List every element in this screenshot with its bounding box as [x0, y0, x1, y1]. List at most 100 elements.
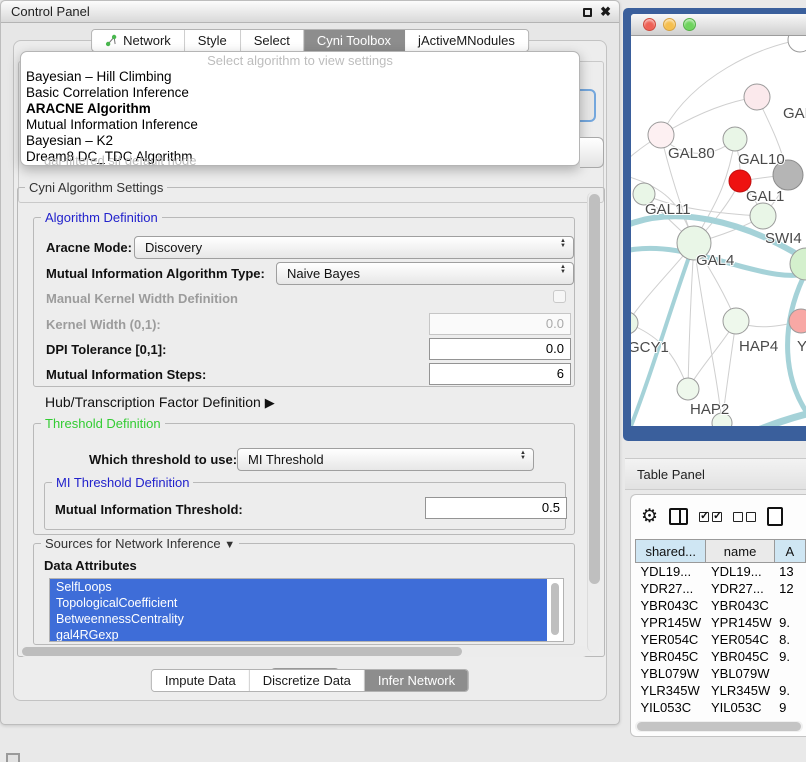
sources-group: Sources for Network Inference ▼ Data Att… — [33, 543, 575, 645]
manual-kernel-checkbox[interactable] — [553, 290, 566, 303]
node-labels: GAL GAL80 GAL10 GAL1 GAL11 SWI4 GAL4 GCY… — [631, 105, 806, 418]
settings-vscrollbar-track[interactable] — [587, 192, 600, 652]
node-label: GCY1 — [631, 339, 669, 356]
minimized-panel-icon[interactable] — [6, 753, 20, 762]
kernel-width-field[interactable]: 0.0 — [429, 313, 571, 335]
close-traffic-light-icon[interactable] — [643, 18, 656, 31]
control-panel-window: Control Panel ✖ Network Style Select Cyn… — [0, 0, 620, 725]
algorithm-option[interactable]: Mutual Information Inference — [21, 117, 579, 133]
select-all-columns-button[interactable] — [699, 512, 722, 522]
which-threshold-combo[interactable]: MI Threshold ▲▼ — [237, 448, 534, 471]
table-toolbar: ⚙ — [641, 507, 783, 526]
mi-threshold-title: MI Threshold Definition — [52, 475, 193, 490]
table-panel-titlebar: Table Panel — [625, 458, 806, 490]
float-window-icon[interactable] — [583, 8, 592, 17]
algorithm-option[interactable]: Bayesian – K2 — [21, 133, 579, 149]
table-row[interactable]: YBR045CYBR045C9. — [636, 648, 806, 665]
table-panel-title: Table Panel — [625, 467, 705, 482]
combo-arrows-icon: ▲▼ — [560, 239, 566, 249]
hub-definition-toggle[interactable]: Hub/Transcription Factor Definition ▶ — [45, 394, 275, 411]
column-header-shared-name[interactable]: shared... — [636, 540, 706, 563]
mi-steps-field[interactable]: 6 — [429, 363, 571, 385]
node-gal10[interactable] — [723, 127, 747, 151]
table-row[interactable]: YER054CYER054C8. — [636, 631, 806, 648]
sources-title[interactable]: Sources for Network Inference ▼ — [41, 536, 239, 551]
node[interactable] — [788, 36, 806, 52]
table-row[interactable]: YDR27...YDR27...12 — [636, 580, 806, 597]
algorithm-option-selected[interactable]: ARACNE Algorithm — [21, 101, 579, 117]
algorithm-option[interactable]: Bayesian – Hill Climbing — [21, 69, 579, 85]
combo-arrows-icon: ▲▼ — [520, 451, 526, 461]
tab-impute-data[interactable]: Impute Data — [152, 670, 250, 691]
attribute-item[interactable]: TopologicalCoefficient — [50, 595, 547, 611]
table-row[interactable]: YIL053CYIL053C9 — [636, 699, 806, 716]
minimize-traffic-light-icon[interactable] — [663, 18, 676, 31]
mi-type-label: Mutual Information Algorithm Type: — [46, 266, 265, 281]
node-label: GAL1 — [746, 188, 784, 205]
settings-gear-icon[interactable]: ⚙ — [641, 507, 658, 526]
tab-network[interactable]: Network — [92, 30, 185, 51]
node[interactable] — [750, 203, 776, 229]
dpi-tolerance-field[interactable]: 0.0 — [429, 338, 571, 360]
algorithm-definition-group: Algorithm Definition Aracne Mode: Discov… — [33, 217, 575, 387]
attribute-item[interactable]: SelfLoops — [50, 579, 547, 595]
network-window-titlebar — [631, 14, 806, 36]
background-combo-fragment[interactable] — [580, 137, 604, 168]
settings-hscrollbar-thumb[interactable] — [22, 647, 462, 656]
data-attributes-label: Data Attributes — [44, 558, 137, 573]
algorithm-placeholder: Select algorithm to view settings — [21, 53, 579, 69]
threshold-definition-group: Threshold Definition Which threshold to … — [33, 423, 575, 535]
algorithm-option[interactable]: Basic Correlation Inference — [21, 85, 579, 101]
column-layout-icon[interactable] — [669, 508, 688, 525]
collapse-down-icon: ▼ — [224, 539, 235, 551]
data-attributes-list: SelfLoops TopologicalCoefficient Between… — [49, 578, 564, 642]
table-row[interactable]: YPR145WYPR145W9. — [636, 614, 806, 631]
table-row[interactable]: YDL19...YDL19...13 — [636, 563, 806, 580]
table-hscrollbar-track[interactable] — [635, 721, 803, 732]
control-panel-titlebar: Control Panel ✖ — [1, 1, 619, 23]
node-gcy1[interactable] — [631, 312, 638, 334]
cyni-settings-title: Cyni Algorithm Settings — [25, 180, 167, 195]
mi-threshold-field[interactable]: 0.5 — [425, 497, 567, 519]
mi-steps-label: Mutual Information Steps: — [46, 367, 206, 382]
screen: Control Panel ✖ Network Style Select Cyn… — [0, 0, 806, 762]
table-hscrollbar-thumb[interactable] — [637, 722, 801, 731]
table-panel-body: ⚙ shared... name A — [630, 494, 806, 737]
mi-type-combo[interactable]: Naive Bayes ▲▼ — [276, 262, 574, 285]
deselect-all-columns-button[interactable] — [733, 512, 756, 522]
attribute-item[interactable]: BetweennessCentrality — [50, 611, 547, 627]
column-header-partial[interactable]: A — [774, 540, 805, 563]
node-label: HAP2 — [690, 401, 729, 418]
table-row[interactable]: YLR345WYLR345W9. — [636, 682, 806, 699]
network-canvas[interactable]: GAL GAL80 GAL10 GAL1 GAL11 SWI4 GAL4 GCY… — [631, 36, 806, 426]
document-icon[interactable] — [767, 507, 783, 526]
node-label: GAL10 — [738, 151, 785, 168]
table-row[interactable]: YBL079WYBL079W — [636, 665, 806, 682]
tab-discretize-data[interactable]: Discretize Data — [250, 670, 365, 691]
attribute-list-scrollbar-thumb[interactable] — [551, 583, 559, 635]
close-icon[interactable]: ✖ — [600, 1, 611, 23]
node[interactable] — [744, 84, 770, 110]
zoom-traffic-light-icon[interactable] — [683, 18, 696, 31]
settings-vscrollbar-thumb[interactable] — [589, 194, 600, 584]
network-graph: GAL GAL80 GAL10 GAL1 GAL11 SWI4 GAL4 GCY… — [631, 36, 806, 426]
attribute-item[interactable]: gal4RGexp — [50, 627, 547, 642]
table-row[interactable]: YBR043CYBR043C — [636, 597, 806, 614]
tab-jactivemnodules[interactable]: jActiveMNodules — [405, 30, 528, 51]
which-threshold-label: Which threshold to use: — [89, 452, 237, 467]
settings-hscrollbar-track[interactable] — [20, 646, 588, 657]
column-header-name[interactable]: name — [706, 540, 774, 563]
control-panel-tabbar: Network Style Select Cyni Toolbox jActiv… — [91, 29, 529, 52]
tab-cyni-toolbox[interactable]: Cyni Toolbox — [304, 30, 405, 51]
tab-infer-network[interactable]: Infer Network — [365, 670, 468, 691]
aracne-mode-combo[interactable]: Discovery ▲▼ — [134, 236, 574, 259]
node-hap2[interactable] — [677, 378, 699, 400]
node-hap4[interactable] — [723, 308, 749, 334]
mi-threshold-label: Mutual Information Threshold: — [55, 502, 243, 517]
tab-select[interactable]: Select — [241, 30, 304, 51]
node-label: GAL4 — [696, 252, 734, 269]
node-label: GAL11 — [645, 201, 691, 218]
tab-style[interactable]: Style — [185, 30, 241, 51]
node-table: shared... name A YDL19...YDL19...13 YDR2… — [635, 539, 806, 716]
checked-box-icon — [712, 512, 722, 522]
